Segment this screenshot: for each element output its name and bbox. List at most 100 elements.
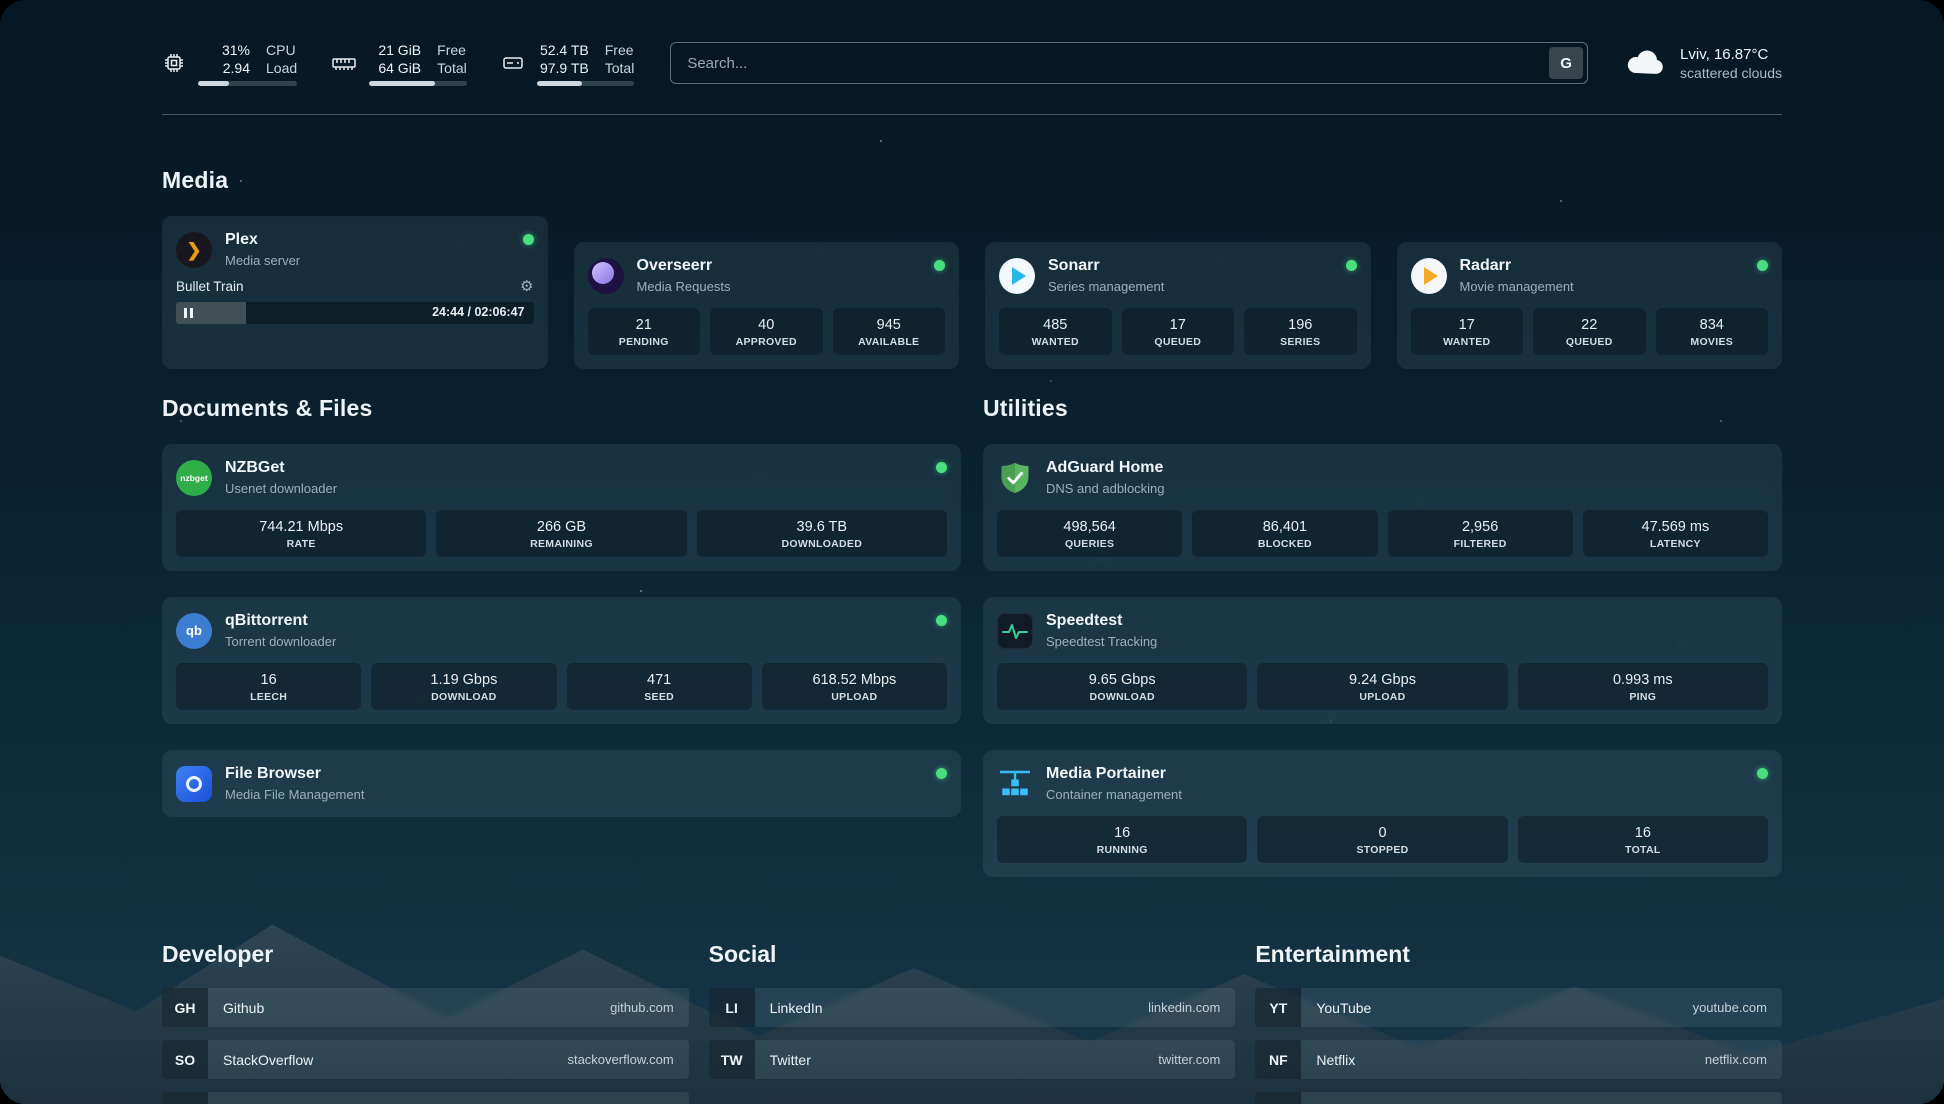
cpu-percent: 31%: [198, 41, 250, 59]
status-dot: [1346, 260, 1357, 271]
bookmark-youtube[interactable]: YT YouTube youtube.com: [1255, 988, 1782, 1027]
dashboard-window: 31% 2.94 CPU Load: [0, 0, 1944, 1104]
stat-movies: 834MOVIES: [1656, 308, 1769, 355]
disk-free-label: Free: [605, 41, 635, 59]
adguard-card[interactable]: AdGuard Home DNS and adblocking 498,564Q…: [983, 444, 1782, 571]
bookmarks-developer: Developer GH Github github.com SO StackO…: [162, 941, 689, 1104]
stat-stopped: 0STOPPED: [1257, 816, 1507, 863]
cpu-load-label: Load: [266, 59, 297, 77]
plex-card[interactable]: ❯ Plex Media server Bullet Train ⚙ 24:44…: [162, 216, 548, 369]
section-title-documents: Documents & Files: [162, 395, 961, 422]
cloud-icon: [1624, 47, 1666, 79]
nzbget-card[interactable]: nzbget NZBGet Usenet downloader 744.21 M…: [162, 444, 961, 571]
card-desc: DNS and adblocking: [1046, 480, 1768, 497]
radarr-icon: [1411, 258, 1447, 294]
status-dot: [936, 768, 947, 779]
stat-running: 16RUNNING: [997, 816, 1247, 863]
card-name: Plex: [225, 230, 510, 250]
card-name: Media Portainer: [1046, 764, 1744, 784]
card-desc: Usenet downloader: [225, 480, 923, 497]
memory-meter: 21 GiB 64 GiB Free Total: [331, 41, 467, 86]
stat-wanted: 485WANTED: [999, 308, 1112, 355]
playback-time: 24:44 / 02:06:47: [432, 305, 524, 319]
snow-specks: [0, 0, 2, 2]
utilities-column: Utilities AdGuard Home DNS and adblockin…: [983, 369, 1782, 877]
stat-upload: 9.24 GbpsUPLOAD: [1257, 663, 1507, 710]
bookmark-twitter[interactable]: TW Twitter twitter.com: [709, 1040, 1236, 1079]
qbittorrent-card[interactable]: qb qBittorrent Torrent downloader 16LEEC…: [162, 597, 961, 724]
filebrowser-icon: [176, 766, 212, 802]
top-bar: 31% 2.94 CPU Load: [162, 34, 1782, 92]
bookmark-dev[interactable]: DT DEV dev.to: [162, 1092, 689, 1104]
media-cards-row: ❯ Plex Media server Bullet Train ⚙ 24:44…: [162, 216, 1782, 369]
disk-total-label: Total: [605, 59, 635, 77]
portainer-card[interactable]: Media Portainer Container management 16R…: [983, 750, 1782, 877]
bookmark-reddit[interactable]: RE Reddit reddit.com: [1255, 1092, 1782, 1104]
memory-free-label: Free: [437, 41, 467, 59]
stat-blocked: 86,401BLOCKED: [1192, 510, 1377, 557]
stat-approved: 40APPROVED: [710, 308, 823, 355]
portainer-icon: [997, 766, 1033, 802]
memory-progress-fill: [369, 81, 434, 86]
weather-location: Lviv, 16.87°C: [1680, 46, 1782, 63]
qbittorrent-icon: qb: [176, 613, 212, 649]
disk-meter: 52.4 TB 97.9 TB Free Total: [501, 41, 635, 86]
filebrowser-card[interactable]: File Browser Media File Management: [162, 750, 961, 817]
radarr-card[interactable]: Radarr Movie management 17WANTED 22QUEUE…: [1397, 242, 1783, 369]
disk-progress-fill: [537, 81, 582, 86]
search-bar: G: [670, 42, 1588, 84]
stat-queued: 17QUEUED: [1122, 308, 1235, 355]
playback-progress-bar[interactable]: 24:44 / 02:06:47: [176, 302, 534, 324]
status-dot: [936, 615, 947, 626]
memory-total-value: 64 GiB: [369, 59, 421, 77]
nzbget-icon: nzbget: [176, 460, 212, 496]
overseerr-card[interactable]: Overseerr Media Requests 21PENDING 40APP…: [574, 242, 960, 369]
adguard-icon: [997, 460, 1033, 496]
card-name: Speedtest: [1046, 611, 1768, 631]
sonarr-card[interactable]: Sonarr Series management 485WANTED 17QUE…: [985, 242, 1371, 369]
bookmarks-title-entertainment: Entertainment: [1255, 941, 1782, 968]
bookmark-stackoverflow[interactable]: SO StackOverflow stackoverflow.com: [162, 1040, 689, 1079]
stat-queries: 498,564QUERIES: [997, 510, 1182, 557]
stat-rate: 744.21 MbpsRATE: [176, 510, 426, 557]
cpu-label: CPU: [266, 41, 297, 59]
bookmarks-title-social: Social: [709, 941, 1236, 968]
pause-button[interactable]: [184, 308, 193, 318]
search-engine-button[interactable]: G: [1549, 47, 1583, 79]
card-name: NZBGet: [225, 458, 923, 478]
stat-latency: 47.569 msLATENCY: [1583, 510, 1768, 557]
bookmark-netflix[interactable]: NF Netflix netflix.com: [1255, 1040, 1782, 1079]
cpu-icon: [162, 51, 186, 75]
status-dot: [1757, 260, 1768, 271]
section-title-utilities: Utilities: [983, 395, 1782, 422]
card-desc: Torrent downloader: [225, 633, 923, 650]
speedtest-card[interactable]: Speedtest Speedtest Tracking 9.65 GbpsDO…: [983, 597, 1782, 724]
stat-wanted: 17WANTED: [1411, 308, 1524, 355]
card-desc: Media File Management: [225, 786, 923, 803]
card-desc: Media server: [225, 252, 510, 269]
status-dot: [523, 234, 534, 245]
stat-upload: 618.52 MbpsUPLOAD: [762, 663, 947, 710]
overseerr-icon: [588, 258, 624, 294]
stat-pending: 21PENDING: [588, 308, 701, 355]
cpu-meter: 31% 2.94 CPU Load: [162, 41, 297, 86]
gear-icon[interactable]: ⚙: [520, 279, 533, 294]
bookmarks-row: Developer GH Github github.com SO StackO…: [162, 941, 1782, 1104]
card-name: qBittorrent: [225, 611, 923, 631]
memory-progress-bar: [369, 81, 467, 86]
disk-total-value: 97.9 TB: [537, 59, 589, 77]
stat-downloaded: 39.6 TBDOWNLOADED: [697, 510, 947, 557]
search-input[interactable]: [670, 42, 1588, 84]
section-title-media: Media: [162, 167, 1782, 194]
topbar-divider: [162, 114, 1782, 115]
bookmark-linkedin[interactable]: LI LinkedIn linkedin.com: [709, 988, 1236, 1027]
disk-icon: [501, 51, 525, 75]
stat-ping: 0.993 msPING: [1518, 663, 1768, 710]
stat-available: 945AVAILABLE: [833, 308, 946, 355]
disk-free-value: 52.4 TB: [537, 41, 589, 59]
stat-leech: 16LEECH: [176, 663, 361, 710]
bookmarks-social: Social LI LinkedIn linkedin.com TW Twitt…: [709, 941, 1236, 1104]
bookmark-github[interactable]: GH Github github.com: [162, 988, 689, 1027]
memory-free-value: 21 GiB: [369, 41, 421, 59]
disk-progress-bar: [537, 81, 635, 86]
